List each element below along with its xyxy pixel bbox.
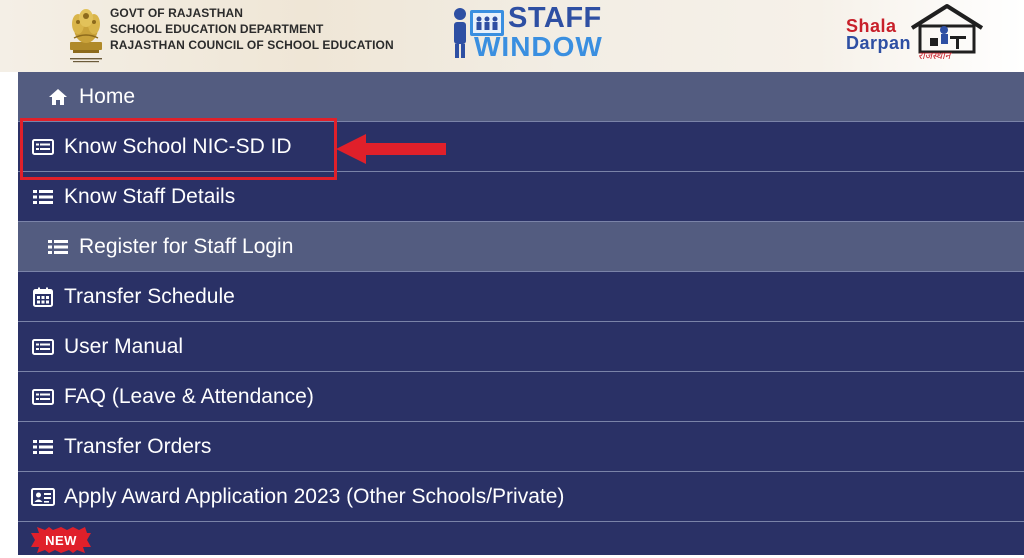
menu-item-label: Transfer Orders bbox=[64, 434, 212, 458]
menu-item-label: Transfer Schedule bbox=[64, 284, 235, 308]
government-title: GOVT OF RAJASTHAN SCHOOL EDUCATION DEPAR… bbox=[110, 5, 394, 53]
rajasthan-logo-text: राजस्थान bbox=[918, 51, 951, 62]
list-alt-icon bbox=[31, 386, 55, 408]
window-logo-text: WINDOW bbox=[474, 31, 603, 62]
staff-window-logo: STAFF WINDOW bbox=[450, 2, 610, 66]
menu-item-user-manual[interactable]: User Manual bbox=[18, 322, 1024, 372]
list-icon bbox=[46, 236, 70, 258]
menu-item-label: User Manual bbox=[64, 334, 184, 358]
school-house-icon bbox=[910, 4, 984, 54]
list-icon bbox=[31, 436, 55, 458]
menu-item-label: Register for Staff Login bbox=[79, 234, 294, 258]
shala-darpan-logo: Shala Darpan राजस्थान bbox=[840, 2, 990, 64]
new-badge: NEW bbox=[31, 527, 91, 553]
list-alt-icon bbox=[31, 136, 55, 158]
new-badge-label: NEW bbox=[45, 532, 77, 548]
left-arrow-icon bbox=[336, 134, 446, 164]
site-header: GOVT OF RAJASTHAN SCHOOL EDUCATION DEPAR… bbox=[0, 0, 1024, 72]
menu-item-know-school-nic-sd-id[interactable]: Know School NIC-SD ID bbox=[18, 122, 1024, 172]
menu-item-apply-award-application[interactable]: Apply Award Application 2023 (Other Scho… bbox=[18, 472, 1024, 522]
menu-item-register-staff-login[interactable]: Register for Staff Login bbox=[18, 222, 1024, 272]
menu-item-label: Apply Award Application 2023 (Other Scho… bbox=[64, 484, 565, 508]
list-icon bbox=[31, 186, 55, 208]
menu-item-transfer-orders[interactable]: Transfer Orders bbox=[18, 422, 1024, 472]
main-menu: Home Know School NIC-SD ID Know Staff De… bbox=[18, 72, 1024, 555]
menu-item-label: Know Staff Details bbox=[64, 184, 236, 208]
govt-line-2: SCHOOL EDUCATION DEPARTMENT bbox=[110, 22, 324, 36]
menu-item-label: Know School NIC-SD ID bbox=[64, 134, 292, 158]
govt-line-1: GOVT OF RAJASTHAN bbox=[110, 6, 244, 20]
menu-item-know-staff-details[interactable]: Know Staff Details bbox=[18, 172, 1024, 222]
calendar-icon bbox=[31, 286, 55, 308]
govt-line-3: RAJASTHAN COUNCIL OF SCHOOL EDUCATION bbox=[110, 38, 394, 52]
id-card-icon bbox=[31, 486, 55, 508]
home-icon bbox=[46, 86, 70, 108]
menu-item-faq-leave-attendance[interactable]: FAQ (Leave & Attendance) bbox=[18, 372, 1024, 422]
menu-item-home[interactable]: Home bbox=[18, 72, 1024, 122]
menu-item-transfer-schedule[interactable]: Transfer Schedule bbox=[18, 272, 1024, 322]
menu-item-label: FAQ (Leave & Attendance) bbox=[64, 384, 314, 408]
darpan-logo-text: Darpan bbox=[846, 33, 912, 53]
menu-item-label: Home bbox=[79, 84, 136, 108]
list-alt-icon bbox=[31, 336, 55, 358]
emblem-motto-icon bbox=[70, 58, 102, 63]
